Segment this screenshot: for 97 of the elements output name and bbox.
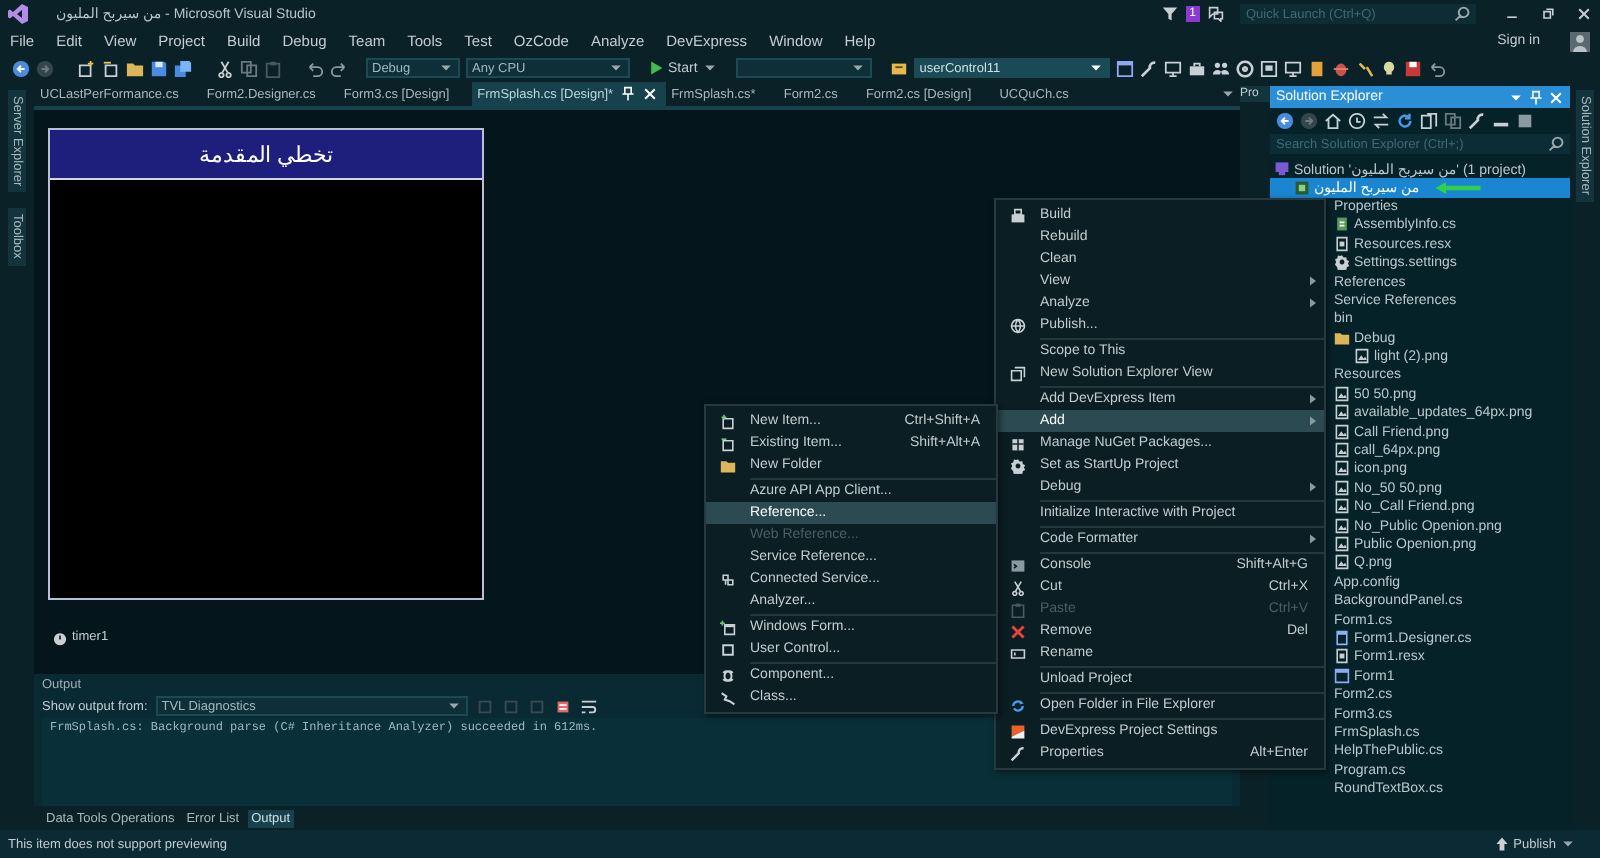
form-icon [1334,667,1350,684]
caret-icon [608,60,624,76]
caret-icon [1560,836,1576,852]
save-all-icon[interactable] [174,59,192,77]
form-window[interactable]: تخطي المقدمة [48,128,484,600]
clipboard-icon [1010,601,1026,617]
wrench-icon [1010,745,1026,761]
copy-icon[interactable] [1444,111,1462,129]
class-icon [720,689,736,705]
wrench-icon[interactable] [1139,59,1158,77]
gear-icon [1010,457,1026,473]
refresh-icon[interactable] [1396,111,1414,129]
submenu-arrow-icon [1310,276,1316,286]
new-item-icon [720,413,736,429]
scissors-icon[interactable] [216,59,234,77]
folder-icon [1334,329,1350,346]
logo-icon [8,4,28,24]
form-title: تخطي المقدمة [198,141,334,167]
rename-icon [1010,645,1026,661]
floppy-icon[interactable] [1403,59,1422,77]
submenu-arrow-icon [1310,394,1316,404]
folder-icon [720,457,736,473]
clear-icon[interactable] [553,697,572,715]
search-icon [1548,136,1564,152]
caret-icon[interactable] [1220,86,1236,102]
home-icon[interactable] [1324,111,1342,129]
monitor-icon[interactable] [1163,59,1182,77]
search-icon [1454,6,1470,22]
sync-icon[interactable] [1372,111,1390,129]
windows-icon [1010,365,1026,381]
undo-icon[interactable] [1427,59,1446,77]
component-icon [720,667,736,683]
folder-icon[interactable] [126,59,144,77]
word-wrap-icon[interactable] [579,697,598,715]
resource-file-icon [1334,648,1350,665]
stopwatch-icon [52,629,68,645]
hammer-icon[interactable] [1355,59,1374,77]
clipboard-icon[interactable] [264,59,282,77]
build-icon [1010,207,1026,223]
back-icon[interactable] [1276,111,1294,129]
caret-icon [445,698,462,714]
gear-icon [1334,254,1350,271]
solution-icon [1274,160,1290,177]
dialog-icon[interactable] [1259,59,1278,77]
wrench-icon[interactable] [1468,111,1486,129]
plug-icon [720,571,736,587]
copy-icon[interactable] [240,59,258,77]
upload-icon [1493,836,1510,852]
forward-icon[interactable] [36,59,54,77]
people-icon[interactable] [1211,59,1230,77]
note-icon[interactable] [1307,59,1326,77]
add-item-icon[interactable] [102,59,120,77]
existing-item-icon [720,435,736,451]
filter-icon[interactable] [1161,6,1178,22]
save-icon[interactable] [150,59,168,77]
caret-icon [438,60,454,76]
image-file-icon [1354,348,1370,365]
window-form-icon [720,619,736,635]
undo-icon[interactable] [306,59,324,77]
refresh-arrows-icon [1010,697,1026,713]
pin-icon[interactable] [619,86,636,102]
globe-icon [1010,317,1026,333]
form-icon[interactable] [1115,59,1134,77]
caret-icon [849,60,866,76]
submenu-arrow-icon [1310,534,1316,544]
submenu-arrow-icon [1310,416,1316,426]
submenu-arrow-icon [1310,482,1316,492]
component-icon [889,59,908,77]
redo-icon[interactable] [330,59,348,77]
toolbox-icon[interactable] [1187,59,1206,77]
maximize-icon[interactable] [1540,6,1556,22]
forward-icon[interactable] [1300,111,1318,129]
submenu-arrow-icon [1310,298,1316,308]
bulb-icon[interactable] [1379,59,1398,77]
close-icon[interactable] [1576,6,1592,22]
back-icon[interactable] [12,59,30,77]
new-project-icon[interactable] [78,59,96,77]
document-icon [1334,629,1350,646]
properties-icon[interactable] [1516,111,1534,129]
avatar-icon[interactable] [1570,31,1590,51]
flag-icon [1010,723,1026,739]
monitor-icon[interactable] [1283,59,1302,77]
caret-icon [701,60,718,76]
console-icon [1010,557,1026,573]
clock-icon[interactable] [1348,111,1366,129]
caret-icon [1087,60,1104,76]
package-icon [1010,435,1026,451]
play-icon [648,60,664,76]
feedback-icon[interactable] [1208,6,1224,22]
project-icon [1294,179,1310,196]
scissors-icon [1010,579,1026,595]
remove-icon [1010,623,1026,639]
code-file-icon [1334,216,1350,233]
bug-icon[interactable] [1331,59,1350,77]
user-control-icon [720,641,736,657]
resource-file-icon [1334,235,1350,252]
pages-icon[interactable] [1420,111,1438,129]
